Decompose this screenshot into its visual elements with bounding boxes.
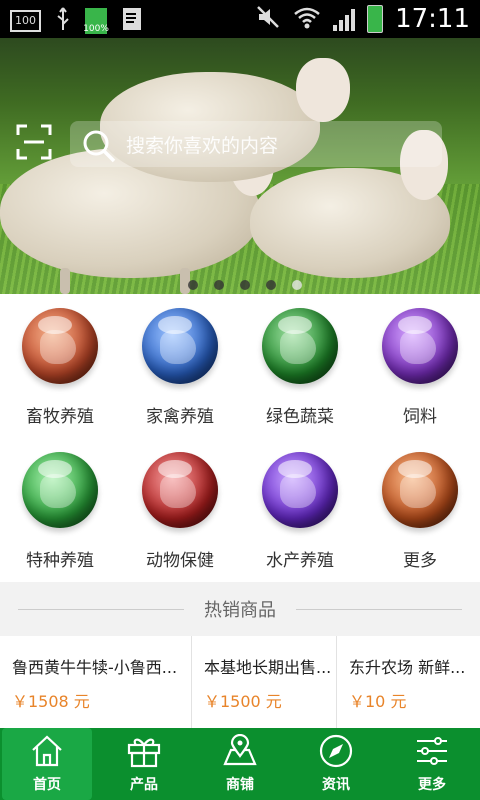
- tab-home[interactable]: 首页: [2, 728, 92, 800]
- usb-icon: [55, 6, 71, 36]
- status-right: 17:11: [255, 4, 470, 34]
- product-card[interactable]: 本基地长期出售... ￥1500 元: [192, 636, 336, 728]
- clock: 17:11: [395, 4, 470, 34]
- category-label: 动物保健: [146, 551, 214, 571]
- signal-icon: [333, 7, 356, 31]
- category-item[interactable]: 饲料: [360, 294, 480, 438]
- category-item[interactable]: 家禽养殖: [120, 294, 240, 438]
- category-label: 饲料: [403, 407, 437, 427]
- product-card[interactable]: 东升农场 新鲜... ￥10 元: [337, 636, 480, 728]
- home-icon: [32, 735, 62, 767]
- search-icon: [82, 129, 116, 167]
- banner-carousel[interactable]: 搜索你喜欢的内容: [0, 38, 480, 294]
- category-item[interactable]: 特种养殖: [0, 438, 120, 582]
- carousel-indicator: [188, 280, 302, 290]
- category-label: 绿色蔬菜: [266, 407, 334, 427]
- sliders-icon: [417, 737, 447, 765]
- tab-products[interactable]: 产品: [96, 728, 192, 800]
- gift-icon: [127, 738, 161, 768]
- battery-icon: [367, 5, 384, 33]
- carousel-dot[interactable]: [266, 280, 276, 290]
- carousel-dot[interactable]: [240, 280, 250, 290]
- globe-icon: [22, 452, 98, 528]
- category-item[interactable]: 绿色蔬菜: [240, 294, 360, 438]
- carousel-dot-active[interactable]: [292, 280, 302, 290]
- battery-full-icon: 100%: [83, 8, 109, 34]
- product-price: ￥10 元: [349, 692, 407, 711]
- product-card[interactable]: 鲁西黄牛牛犊-小鲁西... ￥1508 元: [0, 636, 190, 728]
- globe-icon: [382, 452, 458, 528]
- product-name: 本基地长期出售...: [204, 658, 332, 677]
- tab-shops[interactable]: 商铺: [192, 728, 288, 800]
- category-item[interactable]: 畜牧养殖: [0, 294, 120, 438]
- scan-icon[interactable]: [16, 124, 52, 160]
- product-price: ￥1508 元: [12, 692, 90, 711]
- globe-icon: [262, 308, 338, 384]
- banner-sheep-leg: [60, 268, 70, 294]
- wifi-icon: [293, 4, 321, 34]
- map-icon: [223, 734, 257, 766]
- category-item[interactable]: 动物保健: [120, 438, 240, 582]
- category-label: 畜牧养殖: [26, 407, 94, 427]
- carousel-dot[interactable]: [214, 280, 224, 290]
- tab-news[interactable]: 资讯: [288, 728, 384, 800]
- banner-sheep-head: [296, 58, 350, 122]
- tab-label: 产品: [130, 777, 158, 793]
- mute-icon: [255, 4, 281, 34]
- category-label: 特种养殖: [26, 551, 94, 571]
- category-item[interactable]: 水产养殖: [240, 438, 360, 582]
- compass-icon: [319, 734, 353, 768]
- product-list: 鲁西黄牛牛犊-小鲁西... ￥1508 元 本基地长期出售... ￥1500 元…: [0, 636, 480, 728]
- tab-label: 首页: [33, 777, 61, 793]
- category-item[interactable]: 更多: [360, 438, 480, 582]
- globe-icon: [382, 308, 458, 384]
- status-left: 100 100%: [10, 6, 143, 36]
- tab-label: 商铺: [226, 777, 254, 793]
- product-name: 鲁西黄牛牛犊-小鲁西...: [12, 658, 178, 677]
- globe-icon: [142, 452, 218, 528]
- carousel-dot[interactable]: [188, 280, 198, 290]
- category-label: 更多: [403, 551, 437, 571]
- tab-label: 更多: [418, 777, 446, 793]
- globe-icon: [142, 308, 218, 384]
- globe-icon: [22, 308, 98, 384]
- category-label: 水产养殖: [266, 551, 334, 571]
- product-name: 东升农场 新鲜...: [349, 658, 466, 677]
- search-input[interactable]: 搜索你喜欢的内容: [70, 121, 442, 167]
- document-icon: [121, 6, 143, 36]
- globe-icon: [262, 452, 338, 528]
- category-grid: 畜牧养殖 家禽养殖 绿色蔬菜 饲料 特种养殖 动物保健 水产养殖 更多: [0, 294, 480, 582]
- status-bar: 100 100% 17:11: [0, 0, 480, 38]
- search-placeholder: 搜索你喜欢的内容: [126, 135, 279, 157]
- tab-label: 资讯: [322, 777, 350, 793]
- divider: [296, 609, 462, 610]
- bottom-tab-bar: 首页 产品 商铺 资讯 更多: [0, 728, 480, 800]
- product-price: ￥1500 元: [204, 692, 282, 711]
- category-label: 家禽养殖: [146, 407, 214, 427]
- hot-section-header: 热销商品: [0, 582, 480, 636]
- notification-icon: 100: [10, 10, 41, 32]
- tab-more[interactable]: 更多: [384, 728, 480, 800]
